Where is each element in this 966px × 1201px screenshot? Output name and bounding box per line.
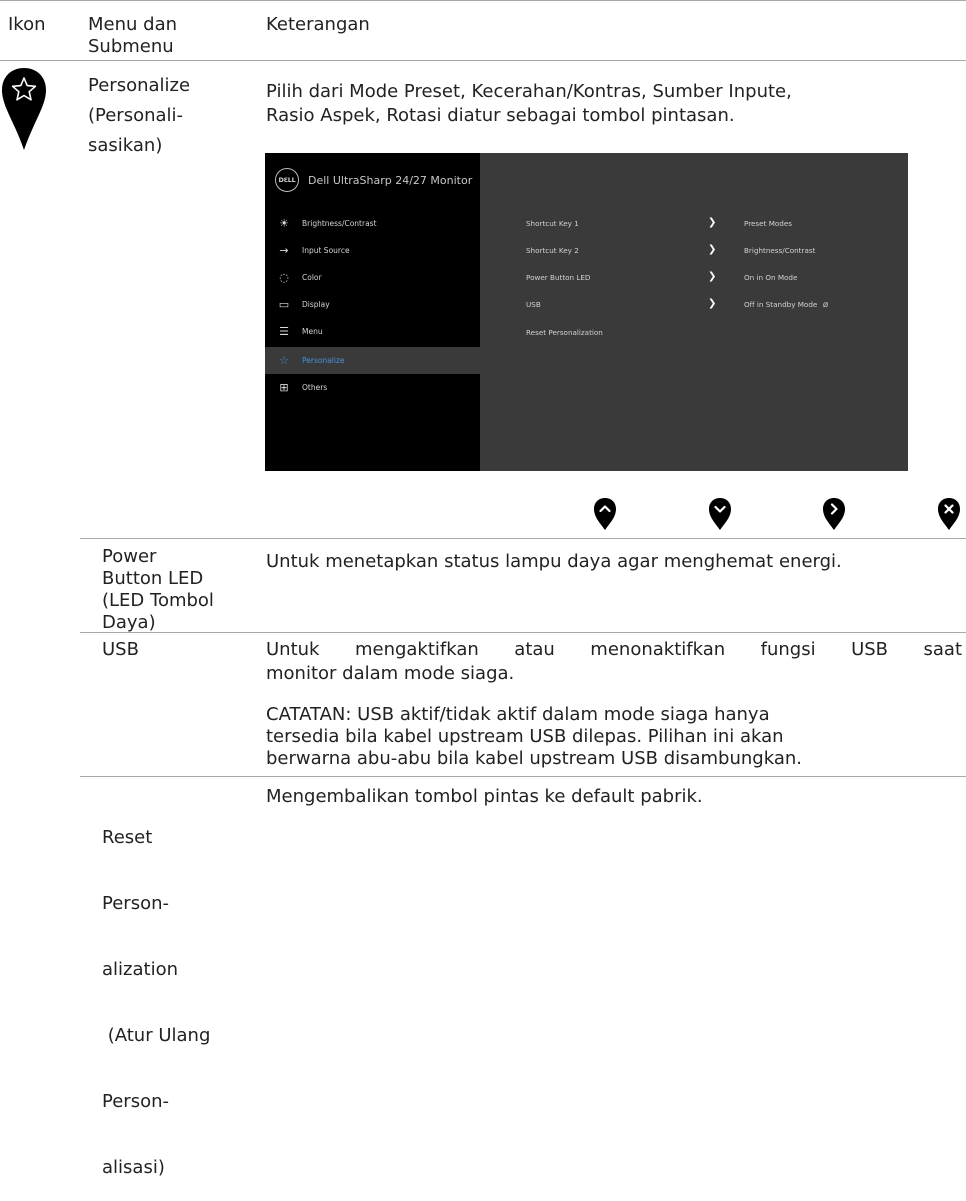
osd-row-label: Shortcut Key 1 xyxy=(526,219,579,228)
input-source-icon: → xyxy=(279,244,289,257)
personalize-name-line3: sasikan) xyxy=(88,135,163,156)
osd-menu-brightness-contrast[interactable]: ☀ Brightness/Contrast xyxy=(265,210,480,237)
power-led-description: Untuk menetapkan status lampu daya agar … xyxy=(266,551,842,572)
reset-name-line3: alization xyxy=(102,959,178,980)
usb-note-line2: tersedia bila kabel upstream USB dilepas… xyxy=(266,726,784,747)
power-led-name: Power Button LED (LED Tombol Daya) xyxy=(102,546,214,634)
display-icon: ▭ xyxy=(278,298,290,311)
osd-row-shortcut-key-2[interactable]: Shortcut Key 2 ❯ Brightness/Contrast xyxy=(526,244,906,260)
star-icon: ☆ xyxy=(279,354,289,367)
reset-name-line5: Person- xyxy=(102,1091,169,1112)
osd-menu-label: Display xyxy=(302,300,330,309)
osd-menu-personalize[interactable]: ☆ Personalize xyxy=(265,347,480,374)
osd-row-value-text: Off in Standby Mode xyxy=(744,300,818,309)
osd-row-label: Shortcut Key 2 xyxy=(526,246,579,255)
osd-row-value: Brightness/Contrast xyxy=(744,246,816,255)
usb-note: CATATAN: USB aktif/tidak aktif dalam mod… xyxy=(266,704,802,770)
osd-menu-label: Menu xyxy=(302,327,323,336)
header-menu-label: Menu dan Submenu xyxy=(88,14,178,57)
osd-row-shortcut-key-1[interactable]: Shortcut Key 1 ❯ Preset Modes xyxy=(526,217,906,233)
dell-logo: DƐLL xyxy=(275,168,299,192)
header-description-column: Keterangan xyxy=(266,14,370,35)
osd-row-reset-personalization[interactable]: Reset Personalization xyxy=(526,328,906,342)
osd-menu-label: Input Source xyxy=(302,246,350,255)
usb-description: Untuk mengaktifkan atau menonaktifkan fu… xyxy=(266,638,962,686)
chevron-right-icon: ❯ xyxy=(708,271,717,282)
usb-name: USB xyxy=(102,639,139,660)
reset-name-line1: Reset xyxy=(102,827,153,848)
power-led-name-line3: (LED Tombol xyxy=(102,590,214,611)
right-button[interactable] xyxy=(822,497,846,531)
chevron-right-icon: ❯ xyxy=(708,244,717,255)
others-icon: ⊞ xyxy=(279,381,289,394)
osd-sidebar: DƐLL Dell UltraSharp 24/27 Monitor ☀ Bri… xyxy=(265,153,480,471)
osd-row-usb[interactable]: USB ❯ Off in Standby Mode ⌀ xyxy=(526,298,906,314)
osd-row-label: Power Button LED xyxy=(526,273,591,282)
header-icon-column: Ikon xyxy=(8,14,46,35)
power-led-name-line2: Button LED xyxy=(102,568,204,589)
brightness-icon: ☀ xyxy=(279,217,289,230)
table-top-rule xyxy=(0,0,966,1)
menu-icon: ☰ xyxy=(279,325,289,338)
exit-button[interactable] xyxy=(937,497,961,531)
osd-menu-label: Color xyxy=(302,273,322,282)
usb-desc-line2: monitor dalam mode siaga. xyxy=(266,663,515,684)
osd-row-label: Reset Personalization xyxy=(526,328,603,337)
osd-row-value: Off in Standby Mode ⌀ xyxy=(744,300,828,310)
personalize-desc-line1: Pilih dari Mode Preset, Kecerahan/Kontra… xyxy=(266,81,792,102)
personalize-name: Personalize (Personali- sasikan) xyxy=(88,74,190,158)
osd-row-label: USB xyxy=(526,300,541,309)
osd-row-value: On in On Mode xyxy=(744,273,798,282)
personalize-name-line1: Personalize xyxy=(88,75,191,96)
row-rule-power-led xyxy=(80,538,966,539)
header-menu-column: Menu dan Submenu xyxy=(88,14,238,58)
reset-name-line4: (Atur Ulang xyxy=(102,1025,211,1046)
osd-menu-input-source[interactable]: → Input Source xyxy=(265,237,480,264)
power-led-name-line1: Power xyxy=(102,546,157,567)
row-rule-usb xyxy=(80,632,966,633)
reset-description: Mengembalikan tombol pintas ke default p… xyxy=(266,786,703,807)
personalize-description: Pilih dari Mode Preset, Kecerahan/Kontra… xyxy=(266,80,792,128)
osd-row-power-button-led[interactable]: Power Button LED ❯ On in On Mode xyxy=(526,271,906,287)
chevron-right-icon: ❯ xyxy=(708,298,717,309)
power-led-name-line4: Daya) xyxy=(102,612,156,633)
osd-menu-label: Others xyxy=(302,383,328,392)
osd-menu-label: Brightness/Contrast xyxy=(302,219,377,228)
reset-name-line6: alisasi) xyxy=(102,1157,165,1178)
osd-title-bar: DƐLL Dell UltraSharp 24/27 Monitor xyxy=(275,167,472,193)
osd-menu-screenshot: DƐLL Dell UltraSharp 24/27 Monitor ☀ Bri… xyxy=(265,153,908,471)
chevron-right-icon: ❯ xyxy=(708,217,717,228)
osd-menu-display[interactable]: ▭ Display xyxy=(265,291,480,318)
osd-menu-label: Personalize xyxy=(302,356,345,365)
leaf-icon: ⌀ xyxy=(822,300,829,310)
usb-desc-line1: Untuk mengaktifkan atau menonaktifkan fu… xyxy=(266,639,962,660)
osd-menu-others[interactable]: ⊞ Others xyxy=(265,374,480,401)
down-button[interactable] xyxy=(708,497,732,531)
row-rule-reset xyxy=(80,776,966,777)
usb-note-line1: CATATAN: USB aktif/tidak aktif dalam mod… xyxy=(266,704,770,725)
up-button[interactable] xyxy=(593,497,617,531)
color-icon: ◌ xyxy=(279,271,289,284)
usb-note-line3: berwarna abu-abu bila kabel upstream USB… xyxy=(266,748,802,769)
personalize-desc-line2: Rasio Aspek, Rotasi diatur sebagai tombo… xyxy=(266,105,735,126)
reset-name: Reset Person- alization (Atur Ulang Pers… xyxy=(102,783,210,1201)
header-rule xyxy=(0,60,966,61)
osd-menu-menu[interactable]: ☰ Menu xyxy=(265,318,480,345)
osd-menu-color[interactable]: ◌ Color xyxy=(265,264,480,291)
osd-title: Dell UltraSharp 24/27 Monitor xyxy=(308,173,473,187)
reset-name-line2: Person- xyxy=(102,893,169,914)
osd-row-value: Preset Modes xyxy=(744,219,793,228)
star-pin-icon xyxy=(2,68,46,150)
personalize-name-line2: (Personali- xyxy=(88,105,184,126)
